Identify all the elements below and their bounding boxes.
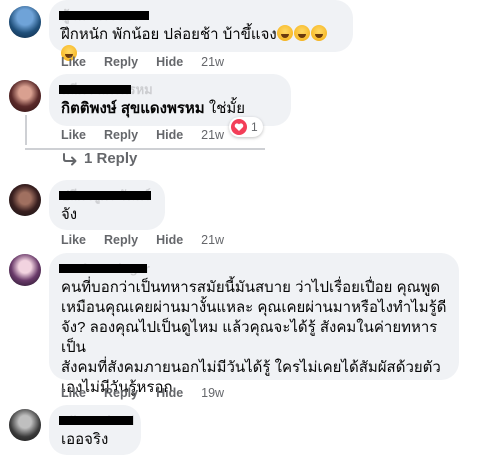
comment-author[interactable]: หลีตา แดงพรหม	[59, 82, 153, 98]
comment-timestamp[interactable]: 21w	[201, 55, 224, 69]
comment-text: คนที่บอกว่าเป็นทหารสมัยนี้มันสบาย ว่าไปเ…	[61, 278, 447, 398]
hide-button[interactable]: Hide	[156, 55, 183, 69]
comment-text: เออจริง	[61, 431, 109, 448]
comment-text-line: สังคมที่สังคมภายนอกไม่มีวันได้รู้ ใครไม่…	[61, 359, 441, 376]
comment-timestamp[interactable]: 21w	[201, 128, 224, 142]
like-button[interactable]: Like	[61, 386, 86, 400]
comment-actions: Like Reply Hide 21w	[61, 233, 224, 247]
comment-text: กิตติพงษ์ สุขแดงพรหม ใช่มั้ย	[61, 99, 279, 119]
comment-bubble: ตู้ เมาทรรรมร ฝึกหนัก พักน้อย ปล่อยช้า บ…	[49, 0, 353, 61]
redaction-bar	[59, 191, 151, 200]
comment-actions: Like Reply Hide 21w	[61, 128, 224, 142]
comment-text-line: เหมือนคุณเคยผ่านมางั้นแหละ คุณเคยผ่านมาห…	[61, 299, 447, 316]
redaction-bar	[59, 11, 149, 20]
reply-button[interactable]: Reply	[104, 233, 138, 247]
redaction-bar	[59, 85, 131, 94]
comment-bubble: Silver cloud เออจริง	[49, 405, 141, 455]
mention-link[interactable]: กิตติพงษ์ สุขแดงพรหม	[61, 100, 205, 117]
comment-author[interactable]: Perfect Kinger	[59, 261, 150, 277]
rofl-emoji-icon	[310, 25, 327, 41]
rofl-emoji-icon	[293, 25, 310, 41]
comment-bubble: ปลีกาลูกร วันทร์ จัง	[49, 180, 165, 230]
reply-button[interactable]: Reply	[104, 128, 138, 142]
hide-button[interactable]: Hide	[156, 128, 183, 142]
comment-text-line: จัง? ลองคุณไปเป็นดูไหม แล้วคุณจะได้รู้ ส…	[61, 319, 438, 356]
reply-arrow-icon	[63, 152, 77, 165]
like-button[interactable]: Like	[61, 233, 86, 247]
avatar[interactable]	[9, 80, 41, 112]
comment-timestamp[interactable]: 19w	[201, 386, 224, 400]
avatar[interactable]	[9, 184, 41, 216]
hide-button[interactable]: Hide	[156, 386, 183, 400]
like-button[interactable]: Like	[61, 128, 86, 142]
heart-reaction-icon	[231, 119, 247, 135]
hide-button[interactable]: Hide	[156, 233, 183, 247]
redaction-bar	[59, 264, 147, 273]
like-button[interactable]: Like	[61, 55, 86, 69]
avatar[interactable]	[9, 254, 41, 286]
reaction-number: 1	[251, 120, 258, 134]
comment-actions: Like Reply Hide 19w	[61, 386, 224, 400]
redaction-bar	[59, 416, 133, 425]
comment-author[interactable]: ปลีกาลูกร วันทร์	[59, 188, 151, 204]
comment-text-content: ใช่มั้ย	[204, 100, 246, 117]
reply-button[interactable]: Reply	[104, 55, 138, 69]
comment-author[interactable]: ตู้ เมาทรรรมร	[59, 8, 149, 24]
comment-text: จัง	[61, 206, 78, 223]
comment-text-line: คนที่บอกว่าเป็นทหารสมัยนี้มันสบาย ว่าไปเ…	[61, 279, 441, 296]
comment-bubble: Perfect Kinger คนที่บอกว่าเป็นทหารสมัยนี…	[49, 253, 459, 396]
rofl-emoji-icon	[276, 25, 293, 41]
comment-actions: Like Reply Hide 21w	[61, 55, 224, 69]
view-replies-link[interactable]: 1 Reply	[62, 150, 137, 167]
reaction-count[interactable]: 1	[229, 117, 263, 137]
replies-count-label[interactable]: 1 Reply	[84, 150, 137, 167]
comment-timestamp[interactable]: 21w	[201, 233, 224, 247]
reply-button[interactable]: Reply	[104, 386, 138, 400]
comment-text-content: ฝึกหนัก พักน้อย ปล่อยช้า บ้าขึ้แจง	[61, 26, 277, 43]
avatar[interactable]	[9, 6, 41, 38]
comment-author[interactable]: Silver cloud	[59, 413, 135, 429]
avatar[interactable]	[9, 409, 41, 441]
